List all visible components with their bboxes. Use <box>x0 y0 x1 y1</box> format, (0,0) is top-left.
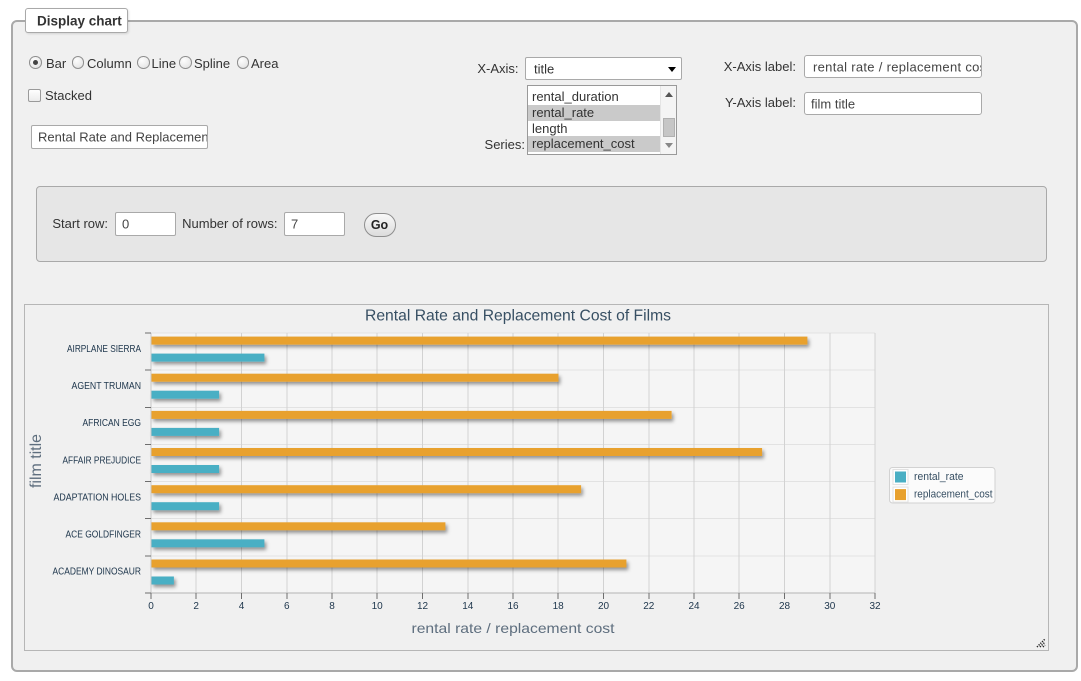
svg-text:AGENT TRUMAN: AGENT TRUMAN <box>72 381 142 392</box>
svg-text:6: 6 <box>284 601 290 612</box>
svg-text:Rental Rate and Replacement Co: Rental Rate and Replacement Cost of Film… <box>365 308 671 325</box>
svg-text:32: 32 <box>869 601 881 612</box>
svg-text:8: 8 <box>329 601 335 612</box>
svg-text:24: 24 <box>688 601 700 612</box>
svg-text:rental_rate: rental_rate <box>914 471 964 483</box>
svg-text:2: 2 <box>193 601 199 612</box>
svg-text:replacement_cost: replacement_cost <box>914 489 993 501</box>
svg-text:18: 18 <box>553 601 565 612</box>
svg-text:20: 20 <box>598 601 610 612</box>
svg-text:30: 30 <box>824 601 836 612</box>
svg-text:film title: film title <box>28 434 45 488</box>
svg-text:12: 12 <box>417 601 429 612</box>
svg-text:ACE GOLDFINGER: ACE GOLDFINGER <box>66 530 142 541</box>
svg-text:AFRICAN EGG: AFRICAN EGG <box>83 418 142 429</box>
svg-text:16: 16 <box>507 601 519 612</box>
svg-text:ADAPTATION HOLES: ADAPTATION HOLES <box>54 492 142 503</box>
svg-text:10: 10 <box>372 601 384 612</box>
svg-text:26: 26 <box>734 601 746 612</box>
svg-text:AIRPLANE SIERRA: AIRPLANE SIERRA <box>67 344 141 355</box>
svg-text:22: 22 <box>643 601 655 612</box>
svg-text:ACADEMY DINOSAUR: ACADEMY DINOSAUR <box>53 567 142 578</box>
svg-text:28: 28 <box>779 601 791 612</box>
svg-text:rental rate / replacement cost: rental rate / replacement cost <box>412 620 615 636</box>
svg-text:14: 14 <box>462 601 474 612</box>
svg-text:0: 0 <box>148 601 154 612</box>
svg-text:4: 4 <box>239 601 245 612</box>
svg-text:AFFAIR PREJUDICE: AFFAIR PREJUDICE <box>63 455 142 466</box>
